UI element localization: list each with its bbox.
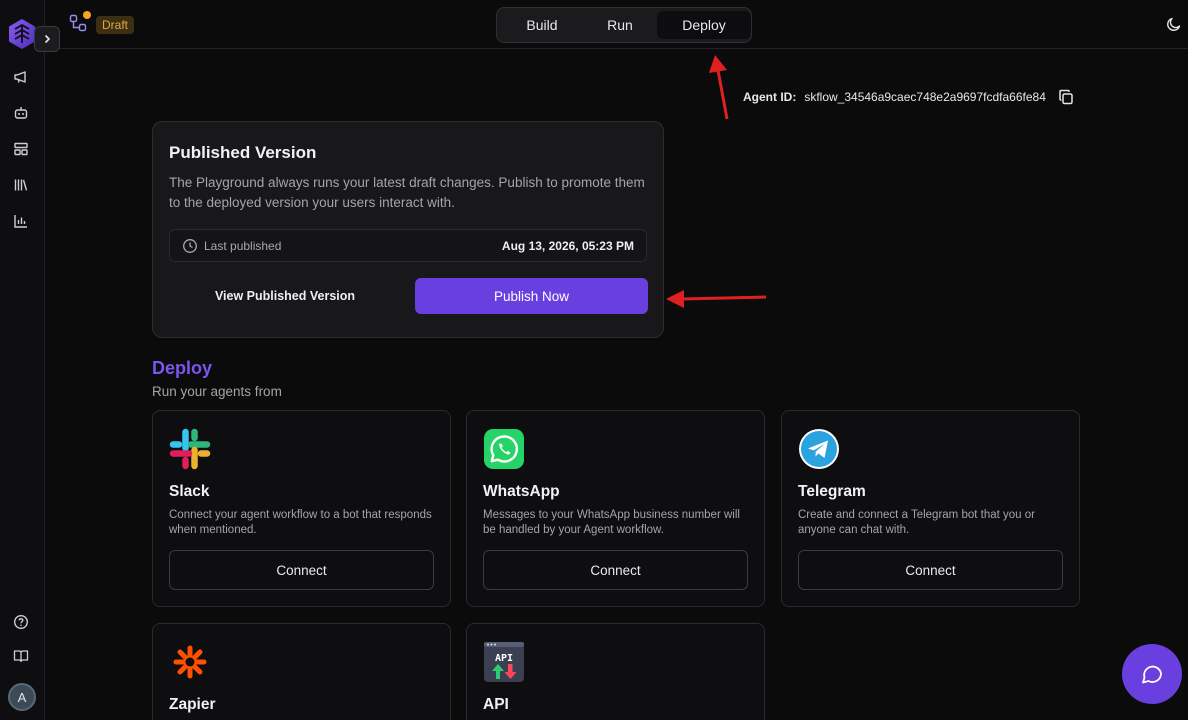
chevron-right-icon bbox=[44, 34, 51, 44]
robot-icon bbox=[14, 107, 28, 119]
whatsapp-card-description: Messages to your WhatsApp business numbe… bbox=[483, 509, 740, 536]
published-version-title: Published Version bbox=[169, 143, 317, 162]
whatsapp-card-name: WhatsApp bbox=[483, 483, 560, 500]
arrow-to-deploy-tab bbox=[709, 55, 729, 120]
published-version-description: The Playground always runs your latest d… bbox=[169, 175, 645, 210]
sidebar-item-agents[interactable] bbox=[12, 104, 30, 122]
telegram-connect-button[interactable]: Connect bbox=[798, 550, 1063, 590]
slack-card-description: Connect your agent workflow to a bot tha… bbox=[169, 509, 432, 536]
published-version-card: Published Version The Playground always … bbox=[152, 121, 664, 338]
sidebar-item-library[interactable] bbox=[12, 176, 30, 194]
telegram-card: Telegram Create and connect a Telegram b… bbox=[781, 410, 1080, 607]
tab-run[interactable]: Run bbox=[585, 11, 655, 39]
api-card-name: API bbox=[483, 696, 509, 713]
help-circle-icon bbox=[13, 614, 29, 630]
message-circle-icon bbox=[1142, 665, 1162, 684]
layout-icon bbox=[14, 142, 28, 156]
telegram-icon bbox=[799, 429, 839, 469]
sidebar-item-templates[interactable] bbox=[12, 140, 30, 158]
telegram-card-description: Create and connect a Telegram bot that y… bbox=[798, 509, 1035, 536]
publish-now-button[interactable]: Publish Now bbox=[415, 278, 648, 314]
view-published-version-button[interactable]: View Published Version bbox=[169, 278, 401, 314]
slack-card: Slack Connect your agent workflow to a b… bbox=[152, 410, 451, 607]
slack-connect-button[interactable]: Connect bbox=[169, 550, 434, 590]
agent-id: Agent ID: skflow_34546a9caec748e2a9697fc… bbox=[743, 89, 1074, 105]
chat-support-button[interactable] bbox=[1122, 644, 1182, 704]
deploy-section-title: Deploy bbox=[152, 358, 213, 378]
megaphone-icon bbox=[14, 71, 26, 83]
copy-icon[interactable] bbox=[1058, 89, 1074, 105]
zapier-card-name: Zapier bbox=[169, 696, 216, 713]
agent-id-value: skflow_34546a9caec748e2a9697fcdfa66fe84 bbox=[804, 90, 1046, 104]
mode-tabs: Build Run Deploy bbox=[496, 7, 752, 43]
tab-deploy[interactable]: Deploy bbox=[657, 11, 751, 39]
slack-card-name: Slack bbox=[169, 483, 210, 500]
book-open-icon bbox=[13, 650, 29, 663]
clock-icon bbox=[183, 239, 197, 253]
sidebar-item-announcements[interactable] bbox=[12, 68, 30, 86]
tab-build[interactable]: Build bbox=[501, 11, 583, 39]
api-icon: API bbox=[484, 642, 524, 682]
draft-badge: Draft bbox=[96, 16, 135, 34]
library-icon bbox=[14, 179, 28, 191]
expand-sidebar-button[interactable] bbox=[34, 26, 60, 52]
telegram-card-name: Telegram bbox=[798, 483, 866, 500]
last-published-row: Last published Aug 13, 2026, 05:23 PM bbox=[169, 229, 647, 262]
top-bar: Draft Build Run Deploy bbox=[45, 0, 1188, 49]
whatsapp-icon bbox=[484, 429, 524, 469]
user-avatar[interactable]: A bbox=[8, 683, 36, 711]
moon-icon[interactable] bbox=[1166, 16, 1182, 32]
unsaved-dot bbox=[83, 11, 91, 19]
app-logo-icon[interactable] bbox=[8, 18, 36, 50]
agent-id-label: Agent ID: bbox=[743, 90, 797, 104]
deploy-section-subtitle: Run your agents from bbox=[152, 384, 282, 399]
whatsapp-card: WhatsApp Messages to your WhatsApp busin… bbox=[466, 410, 765, 607]
last-published-value: Aug 13, 2026, 05:23 PM bbox=[501, 239, 634, 253]
sidebar-item-docs[interactable] bbox=[12, 647, 30, 665]
bar-chart-icon bbox=[14, 215, 27, 228]
api-icon-text: API bbox=[495, 653, 513, 664]
whatsapp-connect-button[interactable]: Connect bbox=[483, 550, 748, 590]
sidebar-item-help[interactable] bbox=[12, 613, 30, 631]
slack-icon bbox=[169, 428, 211, 470]
api-card: API API bbox=[466, 623, 765, 720]
sidebar-item-analytics[interactable] bbox=[12, 212, 30, 230]
last-published-label: Last published bbox=[204, 239, 282, 253]
arrow-to-publish-button bbox=[666, 290, 767, 308]
sidebar: A bbox=[0, 0, 60, 720]
zapier-icon bbox=[173, 645, 207, 679]
zapier-card: Zapier bbox=[152, 623, 451, 720]
